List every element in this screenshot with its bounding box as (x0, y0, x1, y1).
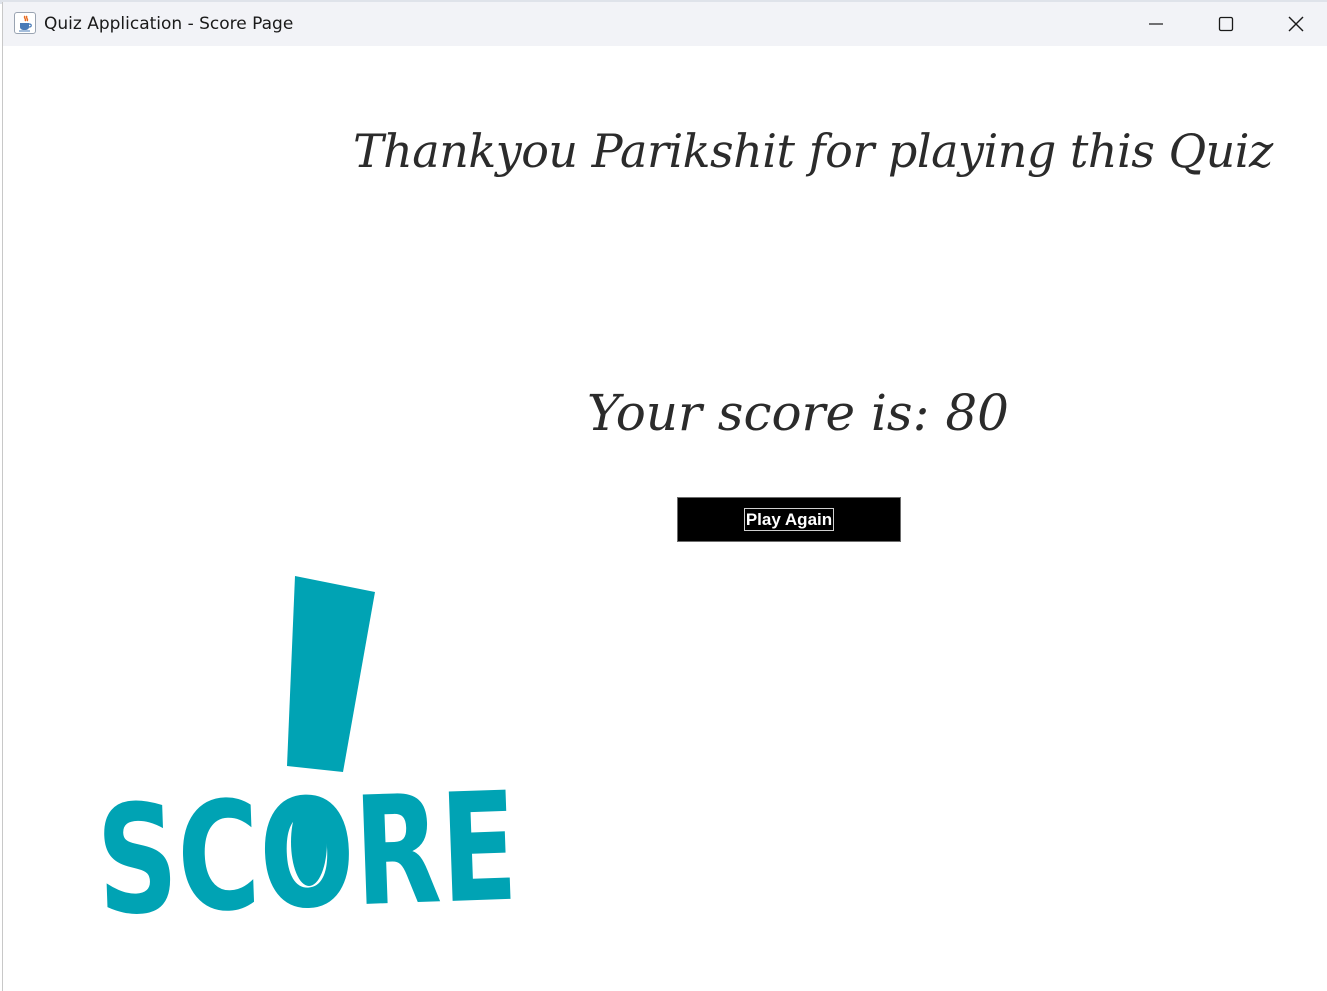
close-button[interactable] (1261, 2, 1327, 46)
minimize-icon (1149, 23, 1163, 25)
score-exclamation-logo: SCORE (89, 574, 519, 919)
play-again-label: Play Again (743, 508, 835, 531)
maximize-button[interactable] (1191, 2, 1261, 46)
title-bar[interactable]: Quiz Application - Score Page (3, 2, 1327, 46)
close-icon (1288, 16, 1304, 32)
minimize-button[interactable] (1121, 2, 1191, 46)
window-title: Quiz Application - Score Page (44, 14, 294, 34)
quiz-score-window: Quiz Application - Score Page Thankyou P… (2, 2, 1327, 991)
maximize-icon (1218, 16, 1234, 32)
play-again-button[interactable]: Play Again (677, 497, 901, 542)
score-page-content: Thankyou Parikshit for playing this Quiz… (3, 46, 1327, 991)
java-cup-icon[interactable] (14, 12, 36, 34)
thanks-heading: Thankyou Parikshit for playing this Quiz (353, 124, 1273, 178)
score-display: Your score is: 80 (587, 384, 1009, 442)
